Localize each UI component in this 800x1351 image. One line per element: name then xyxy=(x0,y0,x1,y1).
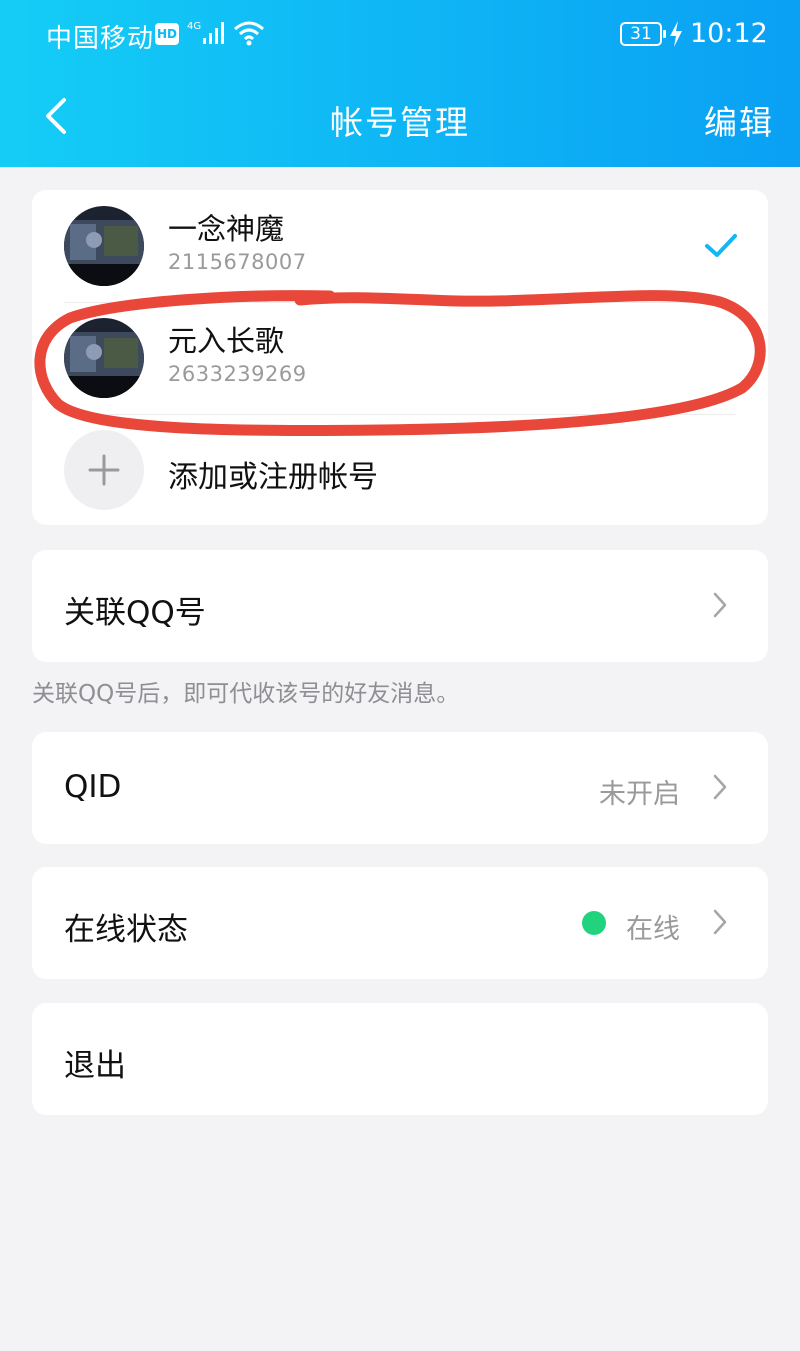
wifi-icon xyxy=(234,21,264,46)
add-circle xyxy=(64,430,144,510)
online-status-label: 在线状态 xyxy=(64,912,188,948)
online-status-item[interactable]: 在线状态 在线 xyxy=(32,867,768,979)
account-name: 一念神魔 xyxy=(168,212,285,246)
logout-button[interactable]: 退出 xyxy=(32,1003,768,1115)
signal-icon: 4G xyxy=(187,21,224,44)
status-bar: 中国移动 HD 4G 31 10:12 xyxy=(0,0,800,70)
battery-indicator: 31 xyxy=(620,22,666,46)
link-qq-hint: 关联QQ号后，即可代收该号的好友消息。 xyxy=(32,681,460,707)
chevron-right-icon xyxy=(713,592,727,618)
svg-text:4G: 4G xyxy=(187,21,201,32)
check-icon xyxy=(705,234,737,257)
header: 中国移动 HD 4G 31 10:12 帐号管理 编辑 xyxy=(0,0,800,167)
online-dot xyxy=(582,911,606,935)
qid-value: 未开启 xyxy=(599,779,680,810)
account-id: 2115678007 xyxy=(168,250,307,274)
qid-item[interactable]: QID 未开启 xyxy=(32,732,768,844)
edit-button[interactable]: 编辑 xyxy=(704,96,774,144)
account-item-2[interactable]: 元入长歌 2633239269 xyxy=(32,302,768,414)
chevron-right-icon xyxy=(713,909,727,935)
chevron-right-icon xyxy=(713,774,727,800)
avatar xyxy=(64,206,144,286)
account-item-1[interactable]: 一念神魔 2115678007 xyxy=(32,190,768,302)
avatar xyxy=(64,318,144,398)
charging-bolt-icon xyxy=(670,21,682,47)
qid-label: QID xyxy=(64,769,122,805)
nav-bar: 帐号管理 编辑 xyxy=(0,70,800,167)
add-account-button[interactable]: 添加或注册帐号 xyxy=(32,414,768,526)
add-account-label: 添加或注册帐号 xyxy=(168,460,378,495)
clock: 10:12 xyxy=(690,18,768,49)
account-name: 元入长歌 xyxy=(168,324,285,358)
hd-badge: HD xyxy=(155,23,179,45)
plus-icon xyxy=(88,454,120,486)
online-status-value: 在线 xyxy=(626,914,680,945)
link-qq-item[interactable]: 关联QQ号 xyxy=(32,550,768,662)
carrier-name: 中国移动 xyxy=(46,24,155,54)
page-title: 帐号管理 xyxy=(330,103,470,142)
account-id: 2633239269 xyxy=(168,362,307,386)
accounts-card: 一念神魔 2115678007 元入长歌 2633239269 添加或注册帐号 xyxy=(32,190,768,525)
logout-label: 退出 xyxy=(64,1048,126,1084)
link-qq-label: 关联QQ号 xyxy=(64,595,206,631)
